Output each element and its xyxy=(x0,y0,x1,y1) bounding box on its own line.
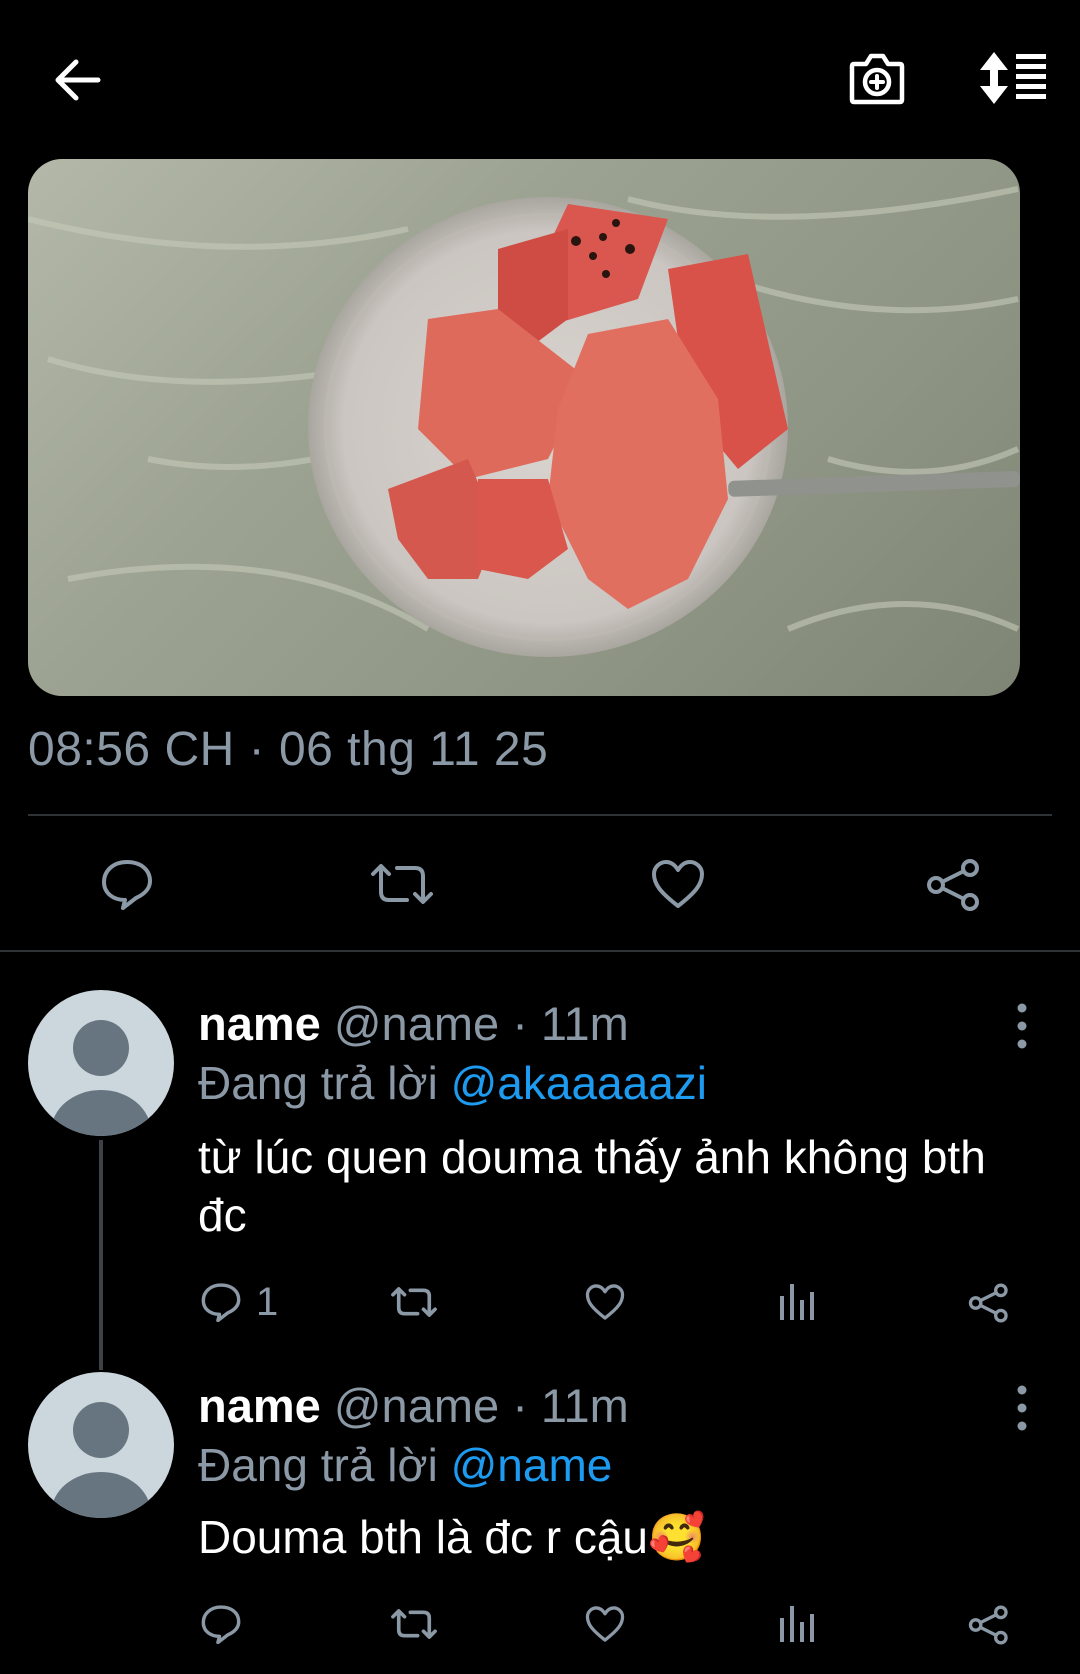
reply-age: · 11m xyxy=(512,997,629,1050)
default-avatar-icon xyxy=(51,1020,151,1136)
replying-to-handle[interactable]: @akaaaaazi xyxy=(451,1057,707,1109)
user-handle[interactable]: @name xyxy=(334,997,499,1050)
reply-text: Douma bth là đc r cậu🥰 xyxy=(198,1511,706,1563)
user-handle[interactable]: @name xyxy=(334,1379,499,1432)
tweet-timestamp: 08:56 CH · 06 thg 11 25 xyxy=(28,722,548,777)
replying-to-label: Đang trả lời xyxy=(198,1057,438,1109)
reply-icon[interactable] xyxy=(200,1282,242,1322)
replying-to-handle[interactable]: @name xyxy=(451,1439,613,1491)
like-icon[interactable] xyxy=(650,858,706,910)
sort-list-icon[interactable] xyxy=(976,50,1048,106)
reply-count: 1 xyxy=(256,1280,279,1324)
more-options-icon[interactable] xyxy=(1010,1382,1034,1434)
analytics-icon[interactable] xyxy=(778,1604,818,1644)
share-icon[interactable] xyxy=(968,1283,1010,1323)
display-name[interactable]: name xyxy=(198,1379,321,1432)
replying-to-label: Đang trả lời xyxy=(198,1439,438,1491)
replying-to: Đang trả lời @akaaaaazi xyxy=(198,1056,707,1110)
thread-connector-line xyxy=(99,1140,103,1370)
reply-text: từ lúc quen douma thấy ảnh không bth đc xyxy=(198,1131,986,1241)
share-icon[interactable] xyxy=(926,858,982,912)
display-name[interactable]: name xyxy=(198,997,321,1050)
reply-age: · 11m xyxy=(512,1379,629,1432)
like-icon[interactable] xyxy=(584,1605,626,1643)
avatar[interactable] xyxy=(28,1372,174,1518)
retweet-icon[interactable] xyxy=(390,1606,438,1642)
divider xyxy=(0,950,1080,952)
tweet-action-bar xyxy=(0,830,1080,940)
tweet-date: 06 thg 11 25 xyxy=(278,723,549,776)
avatar[interactable] xyxy=(28,990,174,1136)
analytics-icon[interactable] xyxy=(778,1282,818,1322)
divider xyxy=(28,814,1052,816)
more-options-icon[interactable] xyxy=(1010,1000,1034,1052)
reply-header: name @name · 11m xyxy=(198,996,629,1051)
camera-plus-icon[interactable] xyxy=(848,50,906,106)
default-avatar-icon xyxy=(51,1402,151,1518)
top-bar xyxy=(0,0,1080,150)
reply-icon[interactable] xyxy=(100,858,154,910)
retweet-icon[interactable] xyxy=(369,860,435,908)
like-icon[interactable] xyxy=(584,1283,626,1321)
back-arrow-icon[interactable] xyxy=(52,56,102,104)
retweet-icon[interactable] xyxy=(390,1284,438,1320)
replying-to: Đang trả lời @name xyxy=(198,1438,612,1492)
tweet-photo[interactable] xyxy=(28,159,1020,696)
share-icon[interactable] xyxy=(968,1605,1010,1645)
tweet-time: 08:56 CH xyxy=(28,723,235,776)
reply-icon[interactable] xyxy=(200,1604,242,1644)
watermelon-bowl-image xyxy=(28,186,1020,657)
timestamp-separator: · xyxy=(234,723,279,776)
reply-header: name @name · 11m xyxy=(198,1378,629,1433)
